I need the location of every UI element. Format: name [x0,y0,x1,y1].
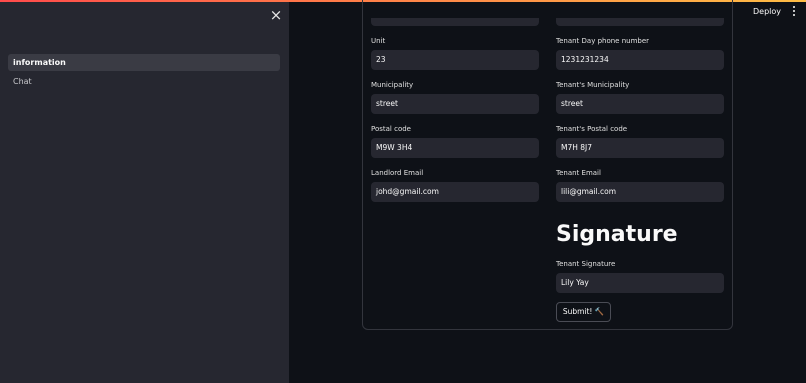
tenant-municipality-label: Tenant's Municipality [556,81,630,89]
municipality-label: Municipality [371,81,414,89]
postal-code-label: Postal code [371,125,411,133]
municipality-input[interactable]: street [371,94,539,114]
tenant-postal-code-input[interactable]: M7H 8J7 [556,138,724,158]
previous-field-input-right[interactable] [556,18,724,26]
sidebar-item-chat[interactable]: Chat [8,73,280,90]
previous-field-input-left[interactable] [371,18,539,26]
sidebar: × information Chat [0,2,289,383]
tenant-email-label: Tenant Email [556,169,601,177]
more-options-icon[interactable] [790,6,798,18]
deploy-button[interactable]: Deploy [753,7,781,16]
signature-heading: Signature [556,222,678,247]
tenant-postal-code-label: Tenant's Postal code [556,125,628,133]
landlord-email-label: Landlord Email [371,169,424,177]
unit-input[interactable]: 23 [371,50,539,70]
tenant-phone-input[interactable]: 1231231234 [556,50,724,70]
sidebar-item-information[interactable]: information [8,54,280,71]
tenant-phone-label: Tenant Day phone number [556,37,650,45]
unit-label: Unit [371,37,386,45]
submit-button[interactable]: Submit! 🔨 [556,302,611,322]
landlord-email-input[interactable]: johd@gmail.com [371,182,539,202]
tenant-signature-label: Tenant Signature [556,260,616,268]
tenant-municipality-input[interactable]: street [556,94,724,114]
close-icon[interactable]: × [268,7,284,23]
postal-code-input[interactable]: M9W 3H4 [371,138,539,158]
tenant-email-input[interactable]: lili@gmail.com [556,182,724,202]
tenant-signature-input[interactable]: Lily Yay [556,273,724,293]
